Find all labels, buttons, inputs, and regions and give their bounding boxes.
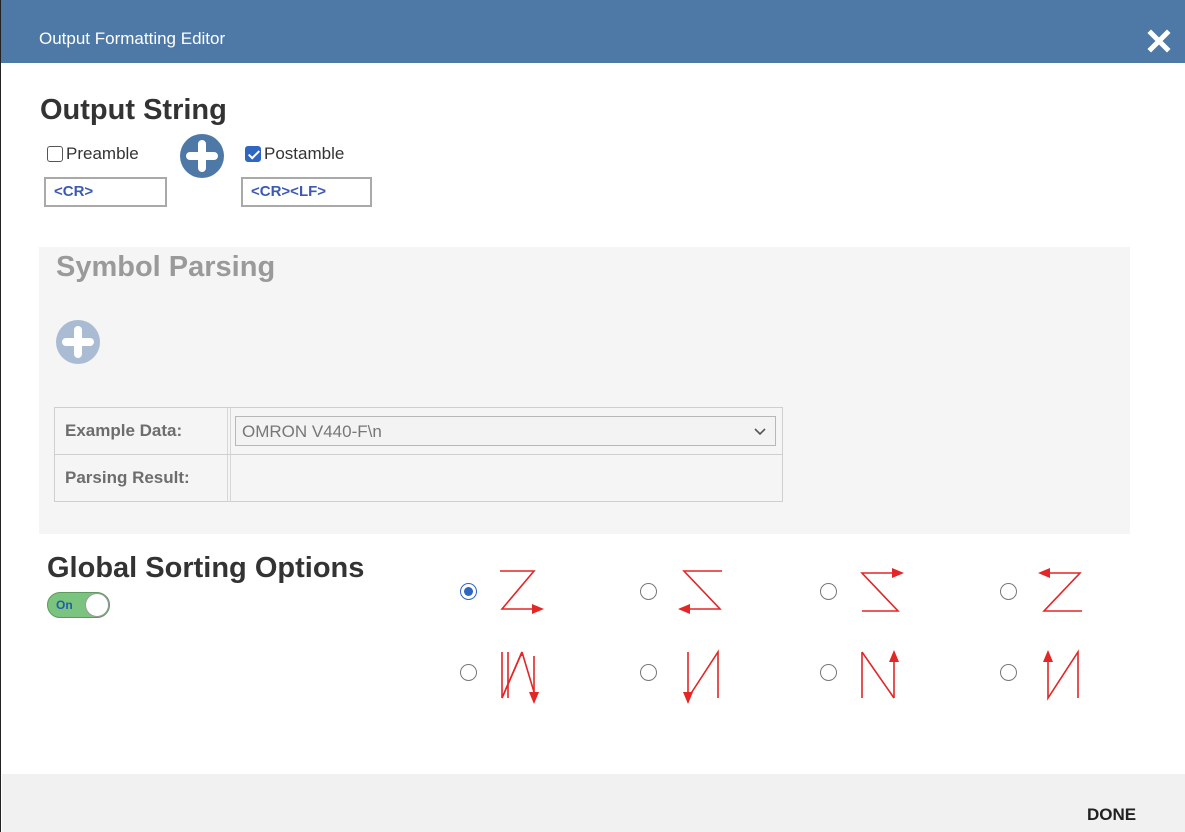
preamble-checkbox[interactable] [47,146,63,162]
postamble-field[interactable]: <CR><LF> [241,177,372,207]
sort-z-left-up-icon [1038,568,1082,612]
output-formatting-dialog: Output Formatting Editor Output String P… [0,0,1185,832]
output-string-heading: Output String [40,94,227,126]
example-data-label: Example Data: [55,408,231,454]
postamble-checkbox[interactable] [245,146,261,162]
symbol-parsing-heading: Symbol Parsing [56,251,276,283]
sort-radio[interactable] [460,583,477,600]
sort-z-right-down-icon [500,570,544,614]
example-data-row: Example Data: OMRON V440-F\n [55,408,782,455]
dialog-title: Output Formatting Editor [39,29,226,48]
example-data-table: Example Data: OMRON V440-F\n Parsing Res… [54,407,783,502]
close-icon[interactable] [1142,24,1176,58]
sort-n-down-left-icon [683,649,719,704]
plus-circle-icon[interactable] [180,134,224,178]
sort-radio[interactable] [1000,583,1017,600]
postamble-checkbox-row[interactable]: Postamble [245,144,344,164]
plus-circle-icon[interactable] [56,320,100,364]
dialog-titlebar: Output Formatting Editor [1,0,1185,63]
sort-s-left-down-icon [678,570,722,614]
sort-radio[interactable] [640,664,657,681]
toggle-label: On [56,598,73,612]
dialog-footer [2,774,1185,832]
sort-option-n-up-left[interactable] [1000,648,1110,708]
global-sorting-heading: Global Sorting Options [47,552,365,584]
preamble-label: Preamble [66,144,139,163]
global-sorting-toggle[interactable]: On [47,592,110,618]
sort-option-s-left-down[interactable] [640,567,750,627]
example-data-value: OMRON V440-F\n [242,422,382,441]
sort-option-z-left-up[interactable] [1000,567,1110,627]
sort-s-right-up-icon [860,568,904,612]
sort-n-up-left-icon [1043,649,1079,701]
parsing-result-label: Parsing Result: [55,455,231,502]
sort-radio[interactable] [1000,664,1017,681]
sort-option-n-up-right[interactable] [820,648,930,708]
sort-radio[interactable] [820,664,837,681]
sort-radio[interactable] [460,664,477,681]
symbol-parsing-panel: Symbol Parsing Example Data: OMRON V440-… [39,247,1130,534]
sort-option-s-right-up[interactable] [820,567,930,627]
sort-option-n-down-left[interactable] [640,648,750,708]
done-button[interactable]: DONE [1087,805,1136,825]
chevron-down-icon [754,428,766,436]
preamble-field[interactable]: <CR> [44,177,167,207]
sort-radio[interactable] [820,583,837,600]
sort-n-up-right-icon [861,650,899,699]
sort-n-down-right-icon [501,651,539,704]
preamble-checkbox-row[interactable]: Preamble [47,144,139,164]
example-data-select[interactable]: OMRON V440-F\n [235,416,776,446]
postamble-label: Postamble [264,144,345,163]
sort-option-n-down-right[interactable] [460,648,570,708]
toggle-knob [85,593,109,617]
sort-option-z-right-down[interactable] [460,567,570,627]
sort-radio[interactable] [640,583,657,600]
parsing-result-row: Parsing Result: [55,455,782,502]
